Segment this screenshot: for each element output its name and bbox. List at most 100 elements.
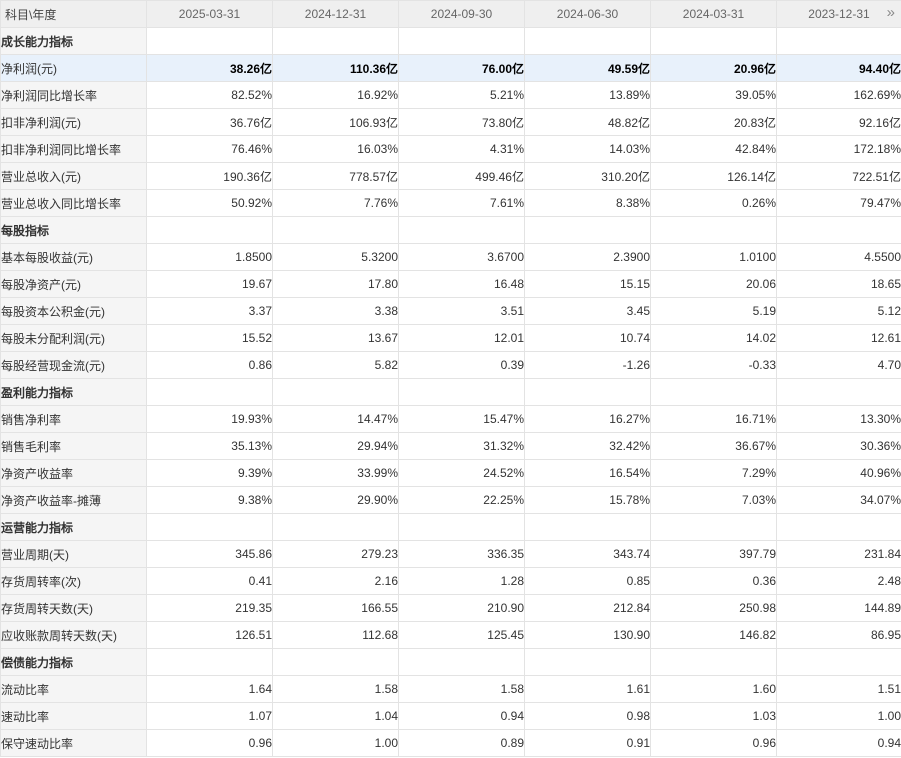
value-cell: 20.83亿 — [650, 108, 777, 136]
empty-cell — [272, 27, 399, 55]
section-title: 每股指标 — [0, 216, 147, 244]
empty-cell — [650, 513, 777, 541]
empty-cell — [650, 648, 777, 676]
value-cell: 0.91 — [524, 729, 651, 757]
table-body: 成长能力指标 净利润(元) 38.26亿 110.36亿 76.00亿 49.59亿 20.… — [0, 27, 901, 757]
value-cell: 0.98 — [524, 702, 651, 730]
value-cell: 49.59亿 — [524, 54, 651, 82]
value-cell: 1.58 — [398, 675, 525, 703]
value-cell: 5.21% — [398, 81, 525, 109]
section-header-row: 偿债能力指标 — [0, 648, 901, 676]
row-label: 扣非净利润(元) — [0, 108, 147, 136]
value-cell: 19.67 — [146, 270, 273, 298]
next-periods-icon[interactable]: » — [887, 4, 895, 22]
row-label: 营业总收入(元) — [0, 162, 147, 190]
table-row: 净资产收益率 9.39% 33.99% 24.52% 16.54% 7.29% 40.96% — [0, 459, 901, 487]
row-label: 应收账款周转天数(天) — [0, 621, 147, 649]
value-cell: 92.16亿 — [776, 108, 901, 136]
value-cell: 397.79 — [650, 540, 777, 568]
value-cell: 1.04 — [272, 702, 399, 730]
value-cell: 1.00 — [272, 729, 399, 757]
value-cell: 343.74 — [524, 540, 651, 568]
value-cell: 1.28 — [398, 567, 525, 595]
value-cell: 0.89 — [398, 729, 525, 757]
value-cell: 1.60 — [650, 675, 777, 703]
row-label: 存货周转率(次) — [0, 567, 147, 595]
value-cell: -1.26 — [524, 351, 651, 379]
row-label: 保守速动比率 — [0, 729, 147, 757]
value-cell: 79.47% — [776, 189, 901, 217]
row-label: 流动比率 — [0, 675, 147, 703]
value-cell: 0.41 — [146, 567, 273, 595]
value-cell: 212.84 — [524, 594, 651, 622]
empty-cell — [776, 27, 901, 55]
value-cell: 1.0100 — [650, 243, 777, 271]
table-row: 基本每股收益(元) 1.8500 5.3200 3.6700 2.3900 1.0100 4… — [0, 243, 901, 271]
row-label: 净利润同比增长率 — [0, 81, 147, 109]
value-cell: 2.48 — [776, 567, 901, 595]
empty-cell — [398, 513, 525, 541]
empty-cell — [146, 378, 273, 406]
value-cell: 162.69% — [776, 81, 901, 109]
value-cell: 29.90% — [272, 486, 399, 514]
value-cell: 19.93% — [146, 405, 273, 433]
value-cell: 39.05% — [650, 81, 777, 109]
value-cell: 3.51 — [398, 297, 525, 325]
value-cell: 22.25% — [398, 486, 525, 514]
empty-cell — [272, 648, 399, 676]
value-cell: 3.6700 — [398, 243, 525, 271]
empty-cell — [650, 378, 777, 406]
value-cell: 50.92% — [146, 189, 273, 217]
value-cell: 32.42% — [524, 432, 651, 460]
value-cell: 1.64 — [146, 675, 273, 703]
empty-cell — [146, 648, 273, 676]
value-cell: 36.67% — [650, 432, 777, 460]
header-row: 科目\年度 2025-03-31 2024-12-31 2024-09-30 2… — [0, 0, 901, 28]
value-cell: 8.38% — [524, 189, 651, 217]
value-cell: 86.95 — [776, 621, 901, 649]
value-cell: 10.74 — [524, 324, 651, 352]
value-cell: 0.36 — [650, 567, 777, 595]
value-cell: 16.71% — [650, 405, 777, 433]
value-cell: 130.90 — [524, 621, 651, 649]
value-cell: 336.35 — [398, 540, 525, 568]
table-row: 保守速动比率 0.96 1.00 0.89 0.91 0.96 0.94 — [0, 729, 901, 757]
section-header-row: 每股指标 — [0, 216, 901, 244]
value-cell: 110.36亿 — [272, 54, 399, 82]
row-label: 净资产收益率 — [0, 459, 147, 487]
value-cell: 48.82亿 — [524, 108, 651, 136]
value-cell: 219.35 — [146, 594, 273, 622]
empty-cell — [146, 216, 273, 244]
value-cell: 73.80亿 — [398, 108, 525, 136]
value-cell: 1.51 — [776, 675, 901, 703]
value-cell: 0.94 — [398, 702, 525, 730]
table-row: 营业总收入同比增长率 50.92% 7.76% 7.61% 8.38% 0.26% 79.4… — [0, 189, 901, 217]
value-cell: 3.37 — [146, 297, 273, 325]
value-cell: 1.8500 — [146, 243, 273, 271]
value-cell: 3.45 — [524, 297, 651, 325]
value-cell: 2.16 — [272, 567, 399, 595]
value-cell: 20.96亿 — [650, 54, 777, 82]
table-row: 每股净资产(元) 19.67 17.80 16.48 15.15 20.06 18.65 — [0, 270, 901, 298]
value-cell: 0.86 — [146, 351, 273, 379]
table-row: 应收账款周转天数(天) 126.51 112.68 125.45 130.90 146.8… — [0, 621, 901, 649]
value-cell: 20.06 — [650, 270, 777, 298]
table-row: 速动比率 1.07 1.04 0.94 0.98 1.03 1.00 — [0, 702, 901, 730]
table-row: 销售毛利率 35.13% 29.94% 31.32% 32.42% 36.67% 30.36… — [0, 432, 901, 460]
value-cell: 16.48 — [398, 270, 525, 298]
table-row: 流动比率 1.64 1.58 1.58 1.61 1.60 1.51 — [0, 675, 901, 703]
value-cell: 190.36亿 — [146, 162, 273, 190]
section-title: 偿债能力指标 — [0, 648, 147, 676]
period-header: 2025-03-31 — [146, 0, 273, 28]
value-cell: 250.98 — [650, 594, 777, 622]
value-cell: 13.67 — [272, 324, 399, 352]
value-cell: 16.27% — [524, 405, 651, 433]
value-cell: 94.40亿 — [776, 54, 901, 82]
row-label: 销售净利率 — [0, 405, 147, 433]
table-row: 存货周转天数(天) 219.35 166.55 210.90 212.84 250.98 1… — [0, 594, 901, 622]
section-header-row: 成长能力指标 — [0, 27, 901, 55]
value-cell: 1.58 — [272, 675, 399, 703]
value-cell: 0.96 — [146, 729, 273, 757]
table-row: 营业总收入(元) 190.36亿 778.57亿 499.46亿 310.20亿 126.… — [0, 162, 901, 190]
value-cell: 106.93亿 — [272, 108, 399, 136]
